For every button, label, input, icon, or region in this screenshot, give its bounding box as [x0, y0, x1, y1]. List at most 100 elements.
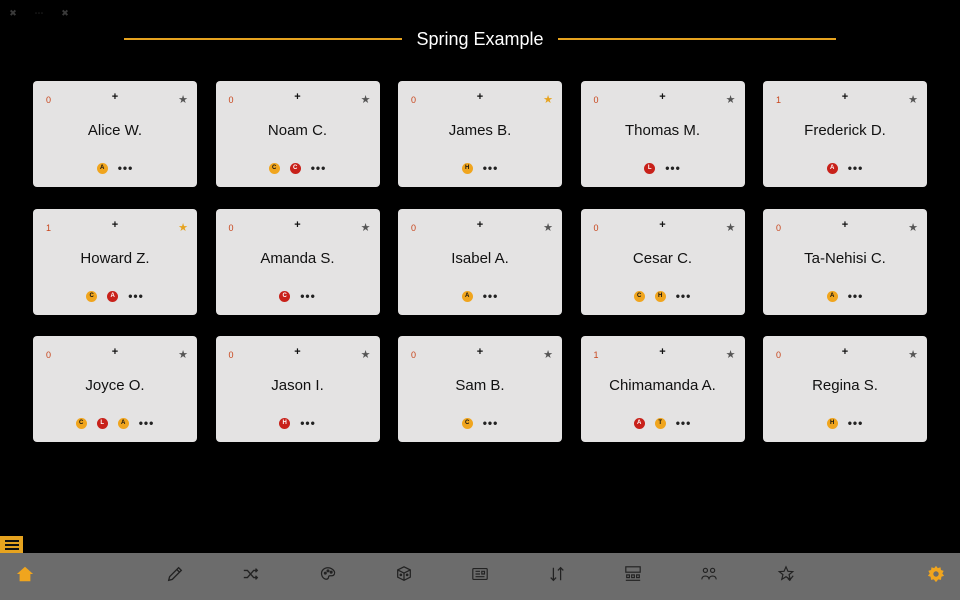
- tag-badge[interactable]: H: [654, 290, 666, 302]
- minimize-window-icon[interactable]: ⋯: [32, 6, 46, 20]
- star-icon[interactable]: ★: [908, 221, 918, 234]
- tag-row: A •••: [763, 290, 927, 302]
- tag-badge[interactable]: A: [826, 290, 838, 302]
- star-icon[interactable]: ★: [908, 93, 918, 106]
- tag-badge[interactable]: C: [268, 163, 280, 174]
- add-point-button[interactable]: +: [33, 91, 197, 103]
- tag-badge[interactable]: C: [75, 418, 87, 429]
- star-icon[interactable]: ★: [178, 348, 188, 361]
- student-card[interactable]: 0 + ★ Isabel A. A •••: [398, 208, 562, 315]
- star-icon[interactable]: ★: [726, 221, 736, 234]
- star-icon[interactable]: ★: [361, 221, 371, 234]
- tag-badge[interactable]: C: [289, 163, 301, 174]
- tag-badge[interactable]: A: [633, 418, 645, 429]
- more-options-icon[interactable]: •••: [848, 162, 864, 174]
- star-icon[interactable]: ★: [908, 348, 918, 361]
- student-card[interactable]: 0 + ★ Thomas M. L •••: [580, 81, 745, 187]
- tag-badge[interactable]: A: [117, 418, 129, 429]
- add-point-button[interactable]: +: [763, 346, 927, 358]
- fullscreen-window-icon[interactable]: ✖: [58, 6, 72, 20]
- gear-button[interactable]: [925, 565, 947, 587]
- sort-button[interactable]: [546, 565, 568, 587]
- tag-badge[interactable]: C: [86, 290, 98, 302]
- student-card[interactable]: 0 + ★ Sam B. C •••: [398, 336, 562, 442]
- more-options-icon[interactable]: •••: [848, 417, 864, 429]
- more-options-icon[interactable]: •••: [483, 162, 499, 174]
- more-options-icon[interactable]: •••: [665, 162, 681, 174]
- add-point-button[interactable]: +: [581, 219, 745, 231]
- tag-badge[interactable]: A: [96, 163, 108, 174]
- student-card[interactable]: 0 + ★ Joyce O. C L A •••: [33, 336, 197, 442]
- star-icon[interactable]: ★: [178, 93, 188, 106]
- add-point-button[interactable]: +: [216, 91, 380, 103]
- tag-badge[interactable]: T: [654, 418, 666, 429]
- add-point-button[interactable]: +: [581, 91, 745, 103]
- seating-chart-button[interactable]: [622, 565, 644, 587]
- more-options-icon[interactable]: •••: [848, 290, 864, 302]
- student-card[interactable]: 0 + ★ James B. H •••: [398, 81, 562, 187]
- tag-badge[interactable]: A: [107, 290, 119, 302]
- add-point-button[interactable]: +: [763, 219, 927, 231]
- more-options-icon[interactable]: •••: [118, 162, 134, 174]
- student-card[interactable]: 0 + ★ Alice W. A •••: [33, 81, 197, 187]
- add-point-button[interactable]: +: [398, 219, 562, 231]
- add-point-button[interactable]: +: [216, 219, 380, 231]
- menu-toggle-button[interactable]: [0, 536, 23, 553]
- star-icon[interactable]: ★: [726, 93, 736, 106]
- dice-button[interactable]: [393, 565, 415, 587]
- add-point-button[interactable]: +: [398, 91, 562, 103]
- student-card[interactable]: 0 + ★ Regina S. H •••: [763, 336, 927, 442]
- add-point-button[interactable]: +: [33, 219, 197, 231]
- tag-badge[interactable]: L: [96, 418, 108, 429]
- star-icon[interactable]: ★: [543, 221, 553, 234]
- groups-button[interactable]: [698, 565, 720, 587]
- star-icon[interactable]: ★: [178, 221, 188, 234]
- star-icon[interactable]: ★: [361, 348, 371, 361]
- add-point-button[interactable]: +: [398, 346, 562, 358]
- student-name: Cesar C.: [632, 249, 693, 267]
- add-point-button[interactable]: +: [581, 346, 745, 358]
- star-icon[interactable]: ★: [726, 348, 736, 361]
- more-options-icon[interactable]: •••: [311, 162, 327, 174]
- more-options-icon[interactable]: •••: [300, 290, 316, 302]
- tag-badge[interactable]: C: [279, 290, 291, 302]
- more-options-icon[interactable]: •••: [483, 417, 499, 429]
- tag-badge[interactable]: A: [461, 290, 473, 302]
- student-card[interactable]: 0 + ★ Ta-Nehisi C. A •••: [763, 208, 927, 315]
- student-name: Thomas M.: [624, 122, 700, 139]
- pencil-button[interactable]: [164, 565, 186, 587]
- shuffle-button[interactable]: [240, 565, 262, 587]
- tag-badge[interactable]: H: [826, 418, 838, 429]
- student-card[interactable]: 0 + ★ Cesar C. C H •••: [580, 208, 745, 315]
- student-card[interactable]: 1 + ★ Howard Z. C A •••: [33, 208, 197, 315]
- palette-button[interactable]: [317, 565, 339, 587]
- star-check-button[interactable]: [775, 564, 797, 587]
- newspaper-button[interactable]: [469, 565, 491, 587]
- student-card[interactable]: 0 + ★ Noam C. C C •••: [215, 81, 380, 187]
- shuffle-icon: [242, 565, 260, 588]
- star-icon[interactable]: ★: [543, 93, 553, 106]
- more-options-icon[interactable]: •••: [676, 290, 692, 302]
- student-card[interactable]: 1 + ★ Chimamanda A. A T •••: [580, 336, 745, 442]
- close-window-icon[interactable]: ✖: [6, 6, 20, 20]
- tag-badge[interactable]: C: [461, 418, 473, 429]
- add-point-button[interactable]: +: [763, 91, 927, 103]
- more-options-icon[interactable]: •••: [139, 417, 155, 429]
- tag-badge[interactable]: H: [279, 418, 291, 429]
- more-options-icon[interactable]: •••: [483, 290, 499, 302]
- more-options-icon[interactable]: •••: [300, 417, 316, 429]
- tag-badge[interactable]: L: [644, 163, 656, 174]
- more-options-icon[interactable]: •••: [676, 417, 692, 429]
- home-button[interactable]: [14, 565, 36, 587]
- tag-badge[interactable]: A: [826, 163, 838, 174]
- more-options-icon[interactable]: •••: [128, 290, 144, 302]
- add-point-button[interactable]: +: [216, 346, 380, 358]
- add-point-button[interactable]: +: [33, 346, 197, 358]
- student-card[interactable]: 0 + ★ Jason I. H •••: [215, 336, 380, 442]
- star-icon[interactable]: ★: [361, 93, 371, 106]
- student-card[interactable]: 0 + ★ Amanda S. C •••: [215, 208, 380, 315]
- student-card[interactable]: 1 + ★ Frederick D. A •••: [763, 81, 927, 187]
- tag-badge[interactable]: H: [461, 163, 473, 174]
- tag-badge[interactable]: C: [633, 290, 645, 302]
- star-icon[interactable]: ★: [543, 348, 553, 361]
